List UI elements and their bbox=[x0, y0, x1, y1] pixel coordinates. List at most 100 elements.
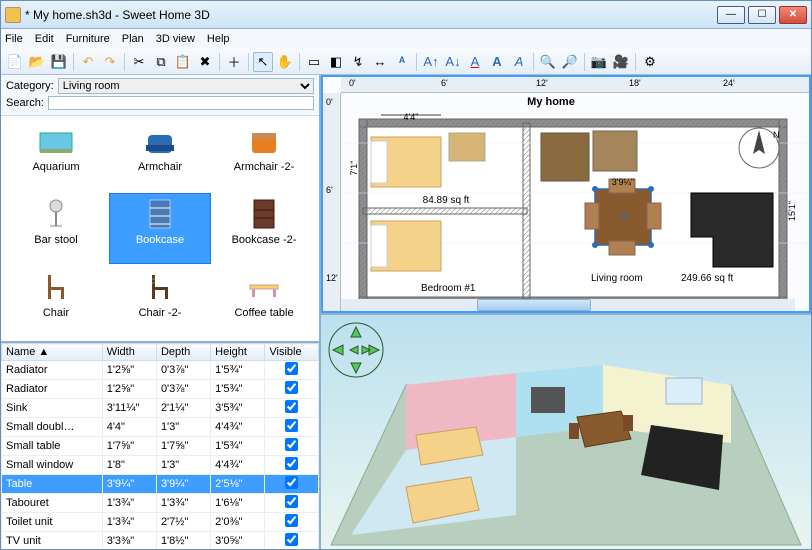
copy-icon[interactable]: ⧉ bbox=[151, 52, 171, 72]
cell-visible[interactable] bbox=[265, 437, 319, 456]
cell-depth: 2'1¼" bbox=[156, 399, 210, 418]
polyline-icon[interactable]: ↯ bbox=[348, 52, 368, 72]
table-row[interactable]: Radiator1'2⅝"0'3⅞"1'5¾" bbox=[2, 361, 319, 380]
cell-name: Small doubl… bbox=[2, 418, 103, 437]
table-row[interactable]: Tabouret1'3¾"1'3¾"1'6⅛" bbox=[2, 494, 319, 513]
visible-checkbox[interactable] bbox=[285, 419, 298, 432]
cut-icon[interactable]: ✂ bbox=[129, 52, 149, 72]
menu-help[interactable]: Help bbox=[207, 33, 230, 45]
menu-edit[interactable]: Edit bbox=[35, 33, 54, 45]
close-button[interactable]: ✕ bbox=[779, 6, 807, 24]
new-icon[interactable]: 📄 bbox=[5, 52, 25, 72]
table-row[interactable]: Toilet unit1'3¾"2'7½"2'0⅜" bbox=[2, 513, 319, 532]
selected-table bbox=[592, 186, 654, 248]
visible-checkbox[interactable] bbox=[285, 514, 298, 527]
visible-checkbox[interactable] bbox=[285, 381, 298, 394]
table-row[interactable]: Small window1'8"1'3"4'4¾" bbox=[2, 456, 319, 475]
plan-view[interactable]: 0' 6' 12' 18' 24' 0' 6' 12' My home bbox=[321, 75, 811, 313]
dimension-icon[interactable]: ↔ bbox=[370, 52, 390, 72]
visible-checkbox[interactable] bbox=[285, 495, 298, 508]
select-icon[interactable]: ↖ bbox=[253, 52, 273, 72]
furniture-table-pane[interactable]: Name ▲WidthDepthHeightVisible Radiator1'… bbox=[1, 343, 319, 549]
column-header[interactable]: Width bbox=[102, 344, 156, 361]
column-header[interactable]: Height bbox=[211, 344, 265, 361]
cell-visible[interactable] bbox=[265, 532, 319, 550]
video-icon[interactable]: 🎥 bbox=[611, 52, 631, 72]
menu-plan[interactable]: Plan bbox=[122, 33, 144, 45]
table-row[interactable]: Small table1'7⅝"1'7⅝"1'5¾" bbox=[2, 437, 319, 456]
catalog-item[interactable]: Chair -2- bbox=[109, 266, 211, 337]
view-3d[interactable] bbox=[321, 313, 811, 549]
furniture-catalog[interactable]: AquariumArmchairArmchair -2-Bar stoolBoo… bbox=[1, 116, 319, 343]
catalog-item[interactable]: Chair bbox=[5, 266, 107, 337]
table-row[interactable]: Radiator1'2⅝"0'3⅞"1'5¾" bbox=[2, 380, 319, 399]
catalog-item[interactable]: Bar stool bbox=[5, 193, 107, 264]
paste-icon[interactable]: 📋 bbox=[173, 52, 193, 72]
text-size-down-icon[interactable]: A↓ bbox=[443, 52, 463, 72]
titlebar: * My home.sh3d - Sweet Home 3D — ☐ ✕ bbox=[1, 1, 811, 29]
cell-name: TV unit bbox=[2, 532, 103, 550]
cell-visible[interactable] bbox=[265, 513, 319, 532]
cell-visible[interactable] bbox=[265, 361, 319, 380]
menu-3dview[interactable]: 3D view bbox=[156, 33, 195, 45]
visible-checkbox[interactable] bbox=[285, 457, 298, 470]
cell-visible[interactable] bbox=[265, 456, 319, 475]
search-input[interactable] bbox=[48, 96, 314, 110]
column-header[interactable]: Visible bbox=[265, 344, 319, 361]
column-header[interactable]: Depth bbox=[156, 344, 210, 361]
catalog-item[interactable]: Bookcase -2- bbox=[213, 193, 315, 264]
catalog-item[interactable]: Bookcase bbox=[109, 193, 211, 264]
cell-visible[interactable] bbox=[265, 475, 319, 494]
pan-icon[interactable]: ✋ bbox=[275, 52, 295, 72]
redo-icon[interactable]: ↷ bbox=[100, 52, 120, 72]
plan-scrollbar[interactable] bbox=[341, 299, 795, 311]
text-color-icon[interactable]: A bbox=[465, 52, 485, 72]
area-living: 249.66 sq ft bbox=[681, 273, 733, 284]
menu-file[interactable]: File bbox=[5, 33, 23, 45]
visible-checkbox[interactable] bbox=[285, 476, 298, 489]
undo-icon[interactable]: ↶ bbox=[78, 52, 98, 72]
wall-icon[interactable]: ▭ bbox=[304, 52, 324, 72]
catalog-item[interactable]: Aquarium bbox=[5, 120, 107, 191]
cell-name: Sink bbox=[2, 399, 103, 418]
open-icon[interactable]: 📂 bbox=[27, 52, 47, 72]
cell-width: 3'3⅜" bbox=[102, 532, 156, 550]
nav-pad[interactable] bbox=[327, 321, 385, 379]
table-row[interactable]: TV unit3'3⅜"1'8½"3'0⅝" bbox=[2, 532, 319, 550]
minimize-button[interactable]: — bbox=[717, 6, 745, 24]
cell-depth: 1'8½" bbox=[156, 532, 210, 550]
category-select[interactable]: Living room bbox=[58, 78, 314, 94]
table-row[interactable]: Small doubl…4'4"1'3"4'4¾" bbox=[2, 418, 319, 437]
table-row[interactable]: Sink3'11¼"2'1¼"3'5¾" bbox=[2, 399, 319, 418]
catalog-item[interactable]: Armchair bbox=[109, 120, 211, 191]
cell-visible[interactable] bbox=[265, 494, 319, 513]
visible-checkbox[interactable] bbox=[285, 400, 298, 413]
visible-checkbox[interactable] bbox=[285, 438, 298, 451]
cell-visible[interactable] bbox=[265, 399, 319, 418]
maximize-button[interactable]: ☐ bbox=[748, 6, 776, 24]
preferences-icon[interactable]: ⚙ bbox=[640, 52, 660, 72]
plan-canvas[interactable]: My home bbox=[341, 93, 809, 299]
delete-icon[interactable]: ✖ bbox=[195, 52, 215, 72]
cell-visible[interactable] bbox=[265, 380, 319, 399]
text-bold-icon[interactable]: A bbox=[487, 52, 507, 72]
text-italic-icon[interactable]: A bbox=[509, 52, 529, 72]
column-header[interactable]: Name ▲ bbox=[2, 344, 103, 361]
catalog-item[interactable]: Armchair -2- bbox=[213, 120, 315, 191]
cell-visible[interactable] bbox=[265, 418, 319, 437]
save-icon[interactable]: 💾 bbox=[49, 52, 69, 72]
visible-checkbox[interactable] bbox=[285, 362, 298, 375]
category-label: Category: bbox=[6, 80, 54, 92]
visible-checkbox[interactable] bbox=[285, 533, 298, 546]
text-size-up-icon[interactable]: A↑ bbox=[421, 52, 441, 72]
camera-icon[interactable]: 📷 bbox=[589, 52, 609, 72]
table-row[interactable]: Table3'9¼"3'9¼"2'5⅛" bbox=[2, 475, 319, 494]
text-icon[interactable]: ᴬ bbox=[392, 52, 412, 72]
catalog-item[interactable]: Coffee table bbox=[213, 266, 315, 337]
menu-furniture[interactable]: Furniture bbox=[66, 33, 110, 45]
room-icon[interactable]: ◧ bbox=[326, 52, 346, 72]
zoom-in-icon[interactable]: 🔍 bbox=[538, 52, 558, 72]
cell-width: 1'3¾" bbox=[102, 513, 156, 532]
add-furniture-icon[interactable]: ＋ bbox=[224, 52, 244, 72]
zoom-out-icon[interactable]: 🔎 bbox=[560, 52, 580, 72]
